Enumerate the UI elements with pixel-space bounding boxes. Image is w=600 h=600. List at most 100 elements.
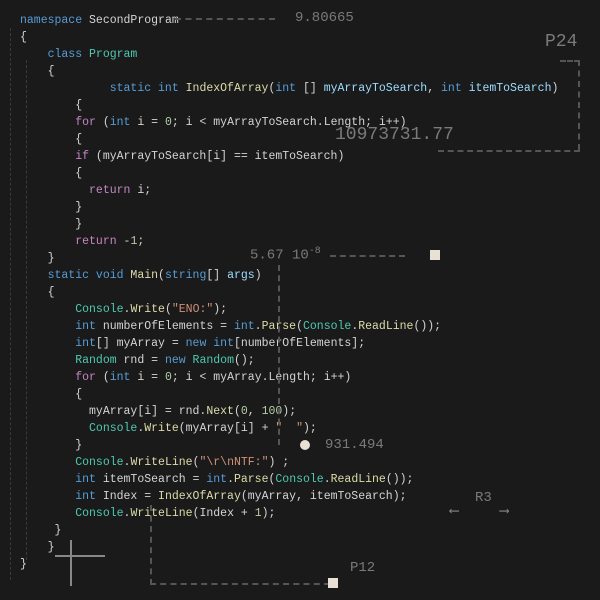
kw: int <box>234 320 255 333</box>
brace: } <box>20 439 82 452</box>
cls: Console <box>275 473 323 486</box>
t: [] myArray = <box>96 337 186 350</box>
arrow-left-icon: ⟵ <box>450 503 458 520</box>
cls: Console <box>20 507 124 520</box>
brace: { <box>20 286 55 299</box>
brace: { <box>20 388 82 401</box>
t: ; i < myArray.Length; i++) <box>172 371 351 384</box>
kw: int <box>441 82 462 95</box>
kw: int <box>275 82 296 95</box>
m: Write <box>144 422 179 435</box>
str: "\r\nNTF:" <box>199 456 268 469</box>
t: i = <box>130 371 165 384</box>
namespace-name: SecondProgram <box>82 14 179 27</box>
m: ReadLine <box>331 473 386 486</box>
m: Parse <box>234 473 269 486</box>
ruler-right-v <box>578 60 580 150</box>
m: Next <box>206 405 234 418</box>
p: ) ; <box>268 456 289 469</box>
p: . <box>227 473 234 486</box>
keyword-namespace: namespace <box>20 14 82 27</box>
p: . <box>324 473 331 486</box>
num: 0 <box>165 371 172 384</box>
cls: Console <box>20 456 124 469</box>
kw-return: return <box>20 184 130 197</box>
ruler-top <box>175 18 275 20</box>
keyword-class: class <box>20 48 82 61</box>
p: ) <box>551 82 558 95</box>
kw: int <box>151 82 179 95</box>
kw: int <box>20 473 96 486</box>
param: myArrayToSearch <box>324 82 428 95</box>
t: numberOfElements = <box>96 320 234 333</box>
code-editor[interactable]: namespace SecondProgram { class Program … <box>20 12 580 588</box>
p: ( <box>234 405 241 418</box>
kw-for: for <box>20 371 96 384</box>
brace: { <box>20 31 27 44</box>
p: ); <box>303 422 317 435</box>
p: ( <box>96 371 110 384</box>
cls: Console <box>303 320 351 333</box>
p: (); <box>234 354 255 367</box>
kw-new: new <box>186 337 207 350</box>
class-name: Program <box>82 48 137 61</box>
t: ; i < myArrayToSearch.Length; i++) <box>172 116 407 129</box>
brace: { <box>20 65 55 78</box>
brace: { <box>20 167 82 180</box>
param: itemToSearch <box>462 82 552 95</box>
p: , <box>427 82 441 95</box>
p: ( <box>165 303 172 316</box>
m: Write <box>130 303 165 316</box>
ruler-center-v <box>278 265 280 445</box>
p: . <box>255 320 262 333</box>
method-main: Main <box>124 269 159 282</box>
kw: int <box>20 337 96 350</box>
kw: int <box>20 320 96 333</box>
p: , <box>248 405 262 418</box>
kw-return: return <box>20 235 117 248</box>
cls: Random <box>20 354 117 367</box>
p: ); <box>213 303 227 316</box>
kw: int <box>110 371 131 384</box>
kw: int <box>206 337 234 350</box>
t: itemToSearch = <box>96 473 206 486</box>
t: (myArrayToSearch[i] == itemToSearch) <box>89 150 344 163</box>
method-name: IndexOfArray <box>179 82 269 95</box>
cls: Console <box>20 303 124 316</box>
t: [numberOfElements]; <box>234 337 365 350</box>
m: WriteLine <box>130 456 192 469</box>
kw: static <box>20 82 151 95</box>
str: "ENO:" <box>172 303 213 316</box>
brace: } <box>20 541 55 554</box>
t: (myArray, itemToSearch); <box>241 490 407 503</box>
cls: Console <box>20 422 137 435</box>
marker-square-1 <box>430 250 440 260</box>
brace: } <box>20 524 61 537</box>
t: Index = <box>96 490 158 503</box>
t: myArray[i] = rnd. <box>20 405 206 418</box>
kw: static <box>20 269 89 282</box>
p: ) <box>255 269 262 282</box>
p: [] <box>296 82 324 95</box>
kw: int <box>206 473 227 486</box>
p: ); <box>262 507 276 520</box>
kw: void <box>89 269 124 282</box>
t: (Index + <box>193 507 255 520</box>
marker-square-2 <box>328 578 338 588</box>
t: rnd = <box>117 354 165 367</box>
p: ()); <box>413 320 441 333</box>
m: ReadLine <box>358 320 413 333</box>
marker-dot <box>300 440 310 450</box>
num: 1 <box>255 507 262 520</box>
brace: { <box>20 133 82 146</box>
t: i; <box>130 184 151 197</box>
arrow-right-icon: ⟶ <box>500 503 508 520</box>
brace: } <box>20 558 27 571</box>
ruler-p24-h <box>560 60 580 62</box>
t: (myArray[i] + <box>179 422 276 435</box>
p: ); <box>282 405 296 418</box>
brace: } <box>20 218 82 231</box>
m: WriteLine <box>130 507 192 520</box>
crosshair-h <box>55 555 105 557</box>
m: IndexOfArray <box>158 490 241 503</box>
